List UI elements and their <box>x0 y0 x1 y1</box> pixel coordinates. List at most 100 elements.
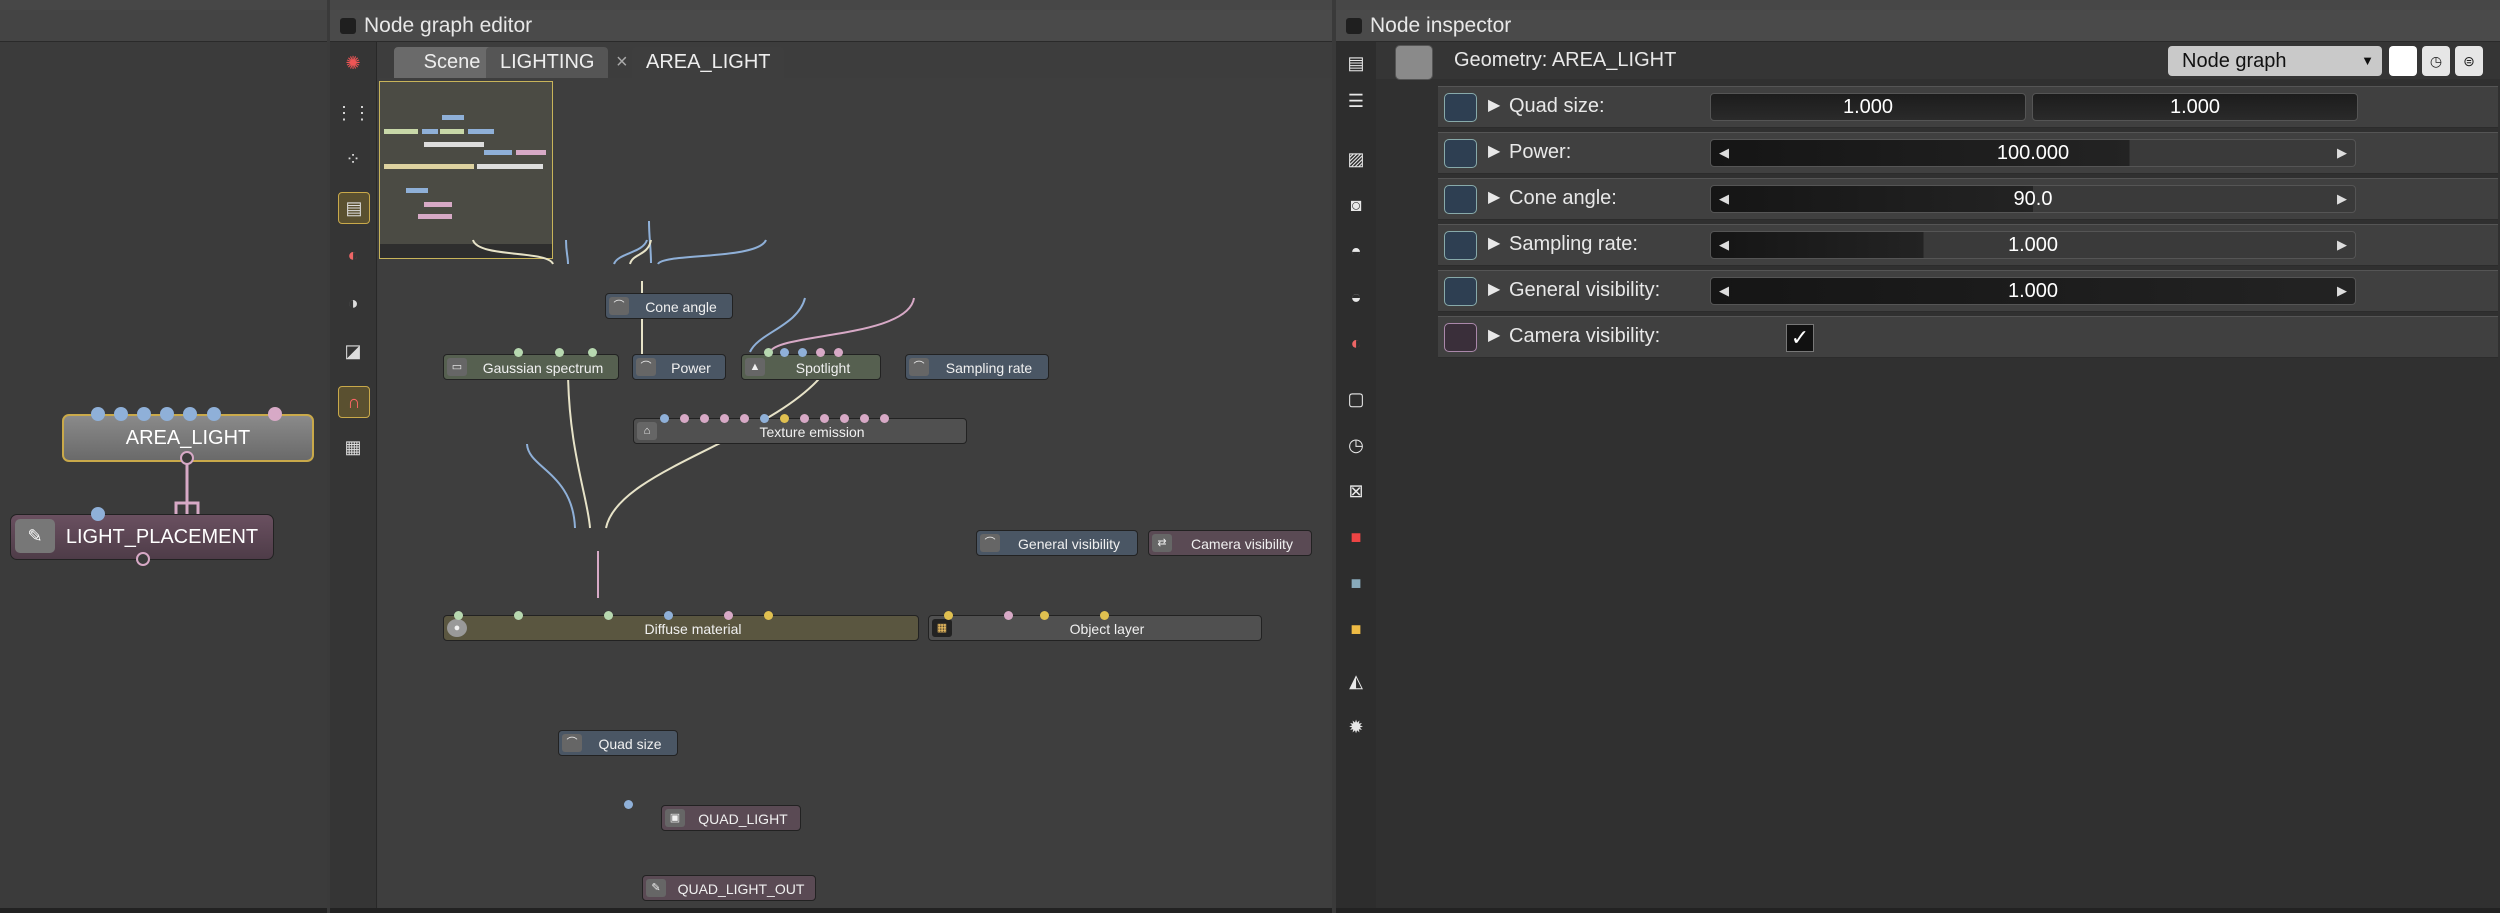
input-pin[interactable] <box>268 407 282 421</box>
diffuse-material-node[interactable]: ● Diffuse material <box>443 615 919 641</box>
pin[interactable] <box>588 348 597 357</box>
pin[interactable] <box>820 414 829 423</box>
input-pin[interactable] <box>183 407 197 421</box>
decrement-icon[interactable]: ◀ <box>1719 278 1729 304</box>
spotlight-node[interactable]: ▲ Spotlight <box>741 354 881 380</box>
pin[interactable] <box>680 414 689 423</box>
expand-icon[interactable]: ▶ <box>1488 279 1500 299</box>
increment-icon[interactable]: ▶ <box>2337 278 2347 304</box>
clock-icon[interactable]: ◷ <box>1343 432 1369 458</box>
toggle-curve-icon[interactable] <box>1444 323 1477 352</box>
pin[interactable] <box>700 414 709 423</box>
node-color-swatch[interactable] <box>1395 45 1433 80</box>
increment-icon[interactable]: ▶ <box>2337 232 2347 258</box>
film-icon[interactable]: ◒ <box>1343 284 1369 310</box>
pin[interactable] <box>880 414 889 423</box>
pin[interactable] <box>798 348 807 357</box>
decrement-icon[interactable]: ◀ <box>1719 186 1729 212</box>
pin[interactable] <box>1100 611 1109 620</box>
list-icon[interactable]: ☰ <box>1343 88 1369 114</box>
pin[interactable] <box>514 348 523 357</box>
pin[interactable] <box>780 414 789 423</box>
expand-icon[interactable]: ▶ <box>1488 187 1500 207</box>
render-target-icon[interactable]: ▤ <box>338 192 370 224</box>
panel-checkbox[interactable] <box>340 18 356 34</box>
frame-icon[interactable]: ▢ <box>1343 386 1369 412</box>
quad-light-out-node[interactable]: ✎ QUAD_LIGHT_OUT <box>642 875 816 901</box>
pin[interactable] <box>724 611 733 620</box>
pin[interactable] <box>760 414 769 423</box>
increment-icon[interactable]: ▶ <box>2337 140 2347 166</box>
expand-icon[interactable]: ▶ <box>1488 233 1500 253</box>
pin[interactable] <box>1040 611 1049 620</box>
settings-icon[interactable]: ⊜ <box>2455 46 2483 76</box>
tab-lighting[interactable]: LIGHTING <box>486 47 609 78</box>
input-pin[interactable] <box>114 407 128 421</box>
pin[interactable] <box>555 348 564 357</box>
material-icon[interactable]: ◐ <box>1343 330 1369 356</box>
camera-visibility-checkbox[interactable]: ✓ <box>1786 324 1814 352</box>
node-grid-icon[interactable]: ⁘ <box>338 144 368 174</box>
pin[interactable] <box>764 348 773 357</box>
sampling-rate-node[interactable]: ⌒ Sampling rate <box>905 354 1049 380</box>
cone-angle-node[interactable]: ⌒ Cone angle <box>605 293 733 319</box>
pin[interactable] <box>816 348 825 357</box>
object-layer-node[interactable]: ▦ Object layer <box>928 615 1262 641</box>
cone-angle-slider[interactable]: ◀ 90.0 ▶ <box>1710 185 2356 213</box>
node-tree-icon[interactable]: ⋮⋮ <box>335 98 371 128</box>
quad-size-node[interactable]: ⌒ Quad size <box>558 730 678 756</box>
pin[interactable] <box>1004 611 1013 620</box>
pin[interactable] <box>664 611 673 620</box>
texture-icon[interactable]: ◑ <box>338 288 368 318</box>
pin[interactable] <box>944 611 953 620</box>
close-graph-icon[interactable]: ✺ <box>338 48 368 78</box>
pin[interactable] <box>740 414 749 423</box>
expand-icon[interactable]: ▶ <box>1488 325 1500 345</box>
landscape-icon[interactable]: ◭ <box>1343 668 1369 694</box>
pin[interactable] <box>860 414 869 423</box>
tab-close-icon[interactable]: × <box>616 47 628 78</box>
input-pin[interactable] <box>207 407 221 421</box>
input-pin[interactable] <box>91 507 105 521</box>
layers-icon[interactable]: ▤ <box>1343 50 1369 76</box>
expand-icon[interactable]: ▶ <box>1488 95 1500 115</box>
animation-curve-icon[interactable] <box>1444 185 1477 214</box>
yellow-cube-icon[interactable]: ■ <box>1343 616 1369 642</box>
sampling-rate-slider[interactable]: ◀ 1.000 ▶ <box>1710 231 2356 259</box>
expand-icon[interactable]: ▶ <box>1488 141 1500 161</box>
camera-visibility-node[interactable]: ⇄ Camera visibility <box>1148 530 1312 556</box>
gaussian-spectrum-node[interactable]: ▭ Gaussian spectrum <box>443 354 619 380</box>
pin[interactable] <box>660 414 669 423</box>
increment-icon[interactable]: ▶ <box>2337 186 2347 212</box>
pin[interactable] <box>604 611 613 620</box>
pin[interactable] <box>454 611 463 620</box>
pin[interactable] <box>764 611 773 620</box>
color-button[interactable] <box>2389 46 2417 76</box>
red-cube-icon[interactable]: ■ <box>1343 524 1369 550</box>
animation-curve-icon[interactable] <box>1444 231 1477 260</box>
input-pin[interactable] <box>91 407 105 421</box>
decrement-icon[interactable]: ◀ <box>1719 140 1729 166</box>
general-visibility-node[interactable]: ⌒ General visibility <box>976 530 1138 556</box>
animation-curve-icon[interactable] <box>1444 139 1477 168</box>
output-pin[interactable] <box>180 451 194 465</box>
pin[interactable] <box>834 348 843 357</box>
tab-area-light[interactable]: AREA_LIGHT <box>632 47 785 78</box>
power-node[interactable]: ⌒ Power <box>632 354 726 380</box>
quad-light-node[interactable]: ▣ QUAD_LIGHT <box>661 805 801 831</box>
node-icon[interactable]: ⊠ <box>1343 478 1369 504</box>
pin[interactable] <box>800 414 809 423</box>
animation-curve-icon[interactable] <box>1444 277 1477 306</box>
pin[interactable] <box>780 348 789 357</box>
panel-checkbox[interactable] <box>1346 18 1362 34</box>
pin[interactable] <box>720 414 729 423</box>
power-slider[interactable]: ◀ 100.000 ▶ <box>1710 139 2356 167</box>
quad-size-y-field[interactable]: 1.000 <box>2032 93 2358 121</box>
quad-size-x-field[interactable]: 1.000 <box>1710 93 2026 121</box>
pin[interactable] <box>840 414 849 423</box>
blue-cube-icon[interactable]: ■ <box>1343 570 1369 596</box>
view-select[interactable]: Node graph ▼ <box>2168 46 2382 76</box>
output-pin[interactable] <box>136 552 150 566</box>
magnet-icon[interactable]: ∩ <box>338 386 370 418</box>
clock-icon[interactable]: ◷ <box>2422 46 2450 76</box>
